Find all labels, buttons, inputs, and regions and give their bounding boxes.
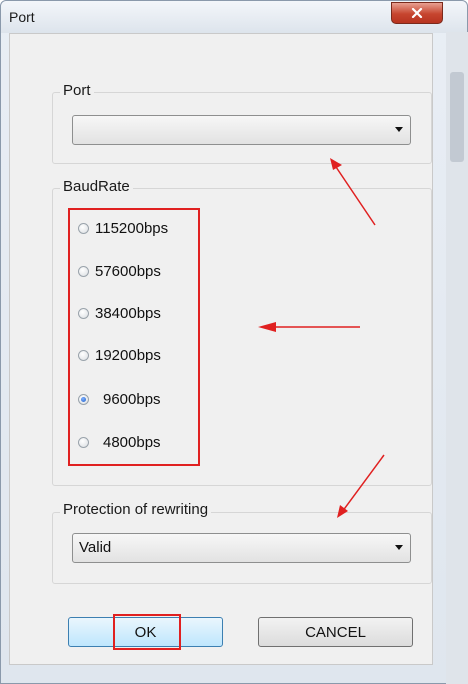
annotation-arrow-icon xyxy=(330,158,376,226)
annotation-arrow-icon xyxy=(337,454,385,518)
annotation-arrow-icon xyxy=(258,322,360,332)
annotation-arrows xyxy=(258,158,385,518)
